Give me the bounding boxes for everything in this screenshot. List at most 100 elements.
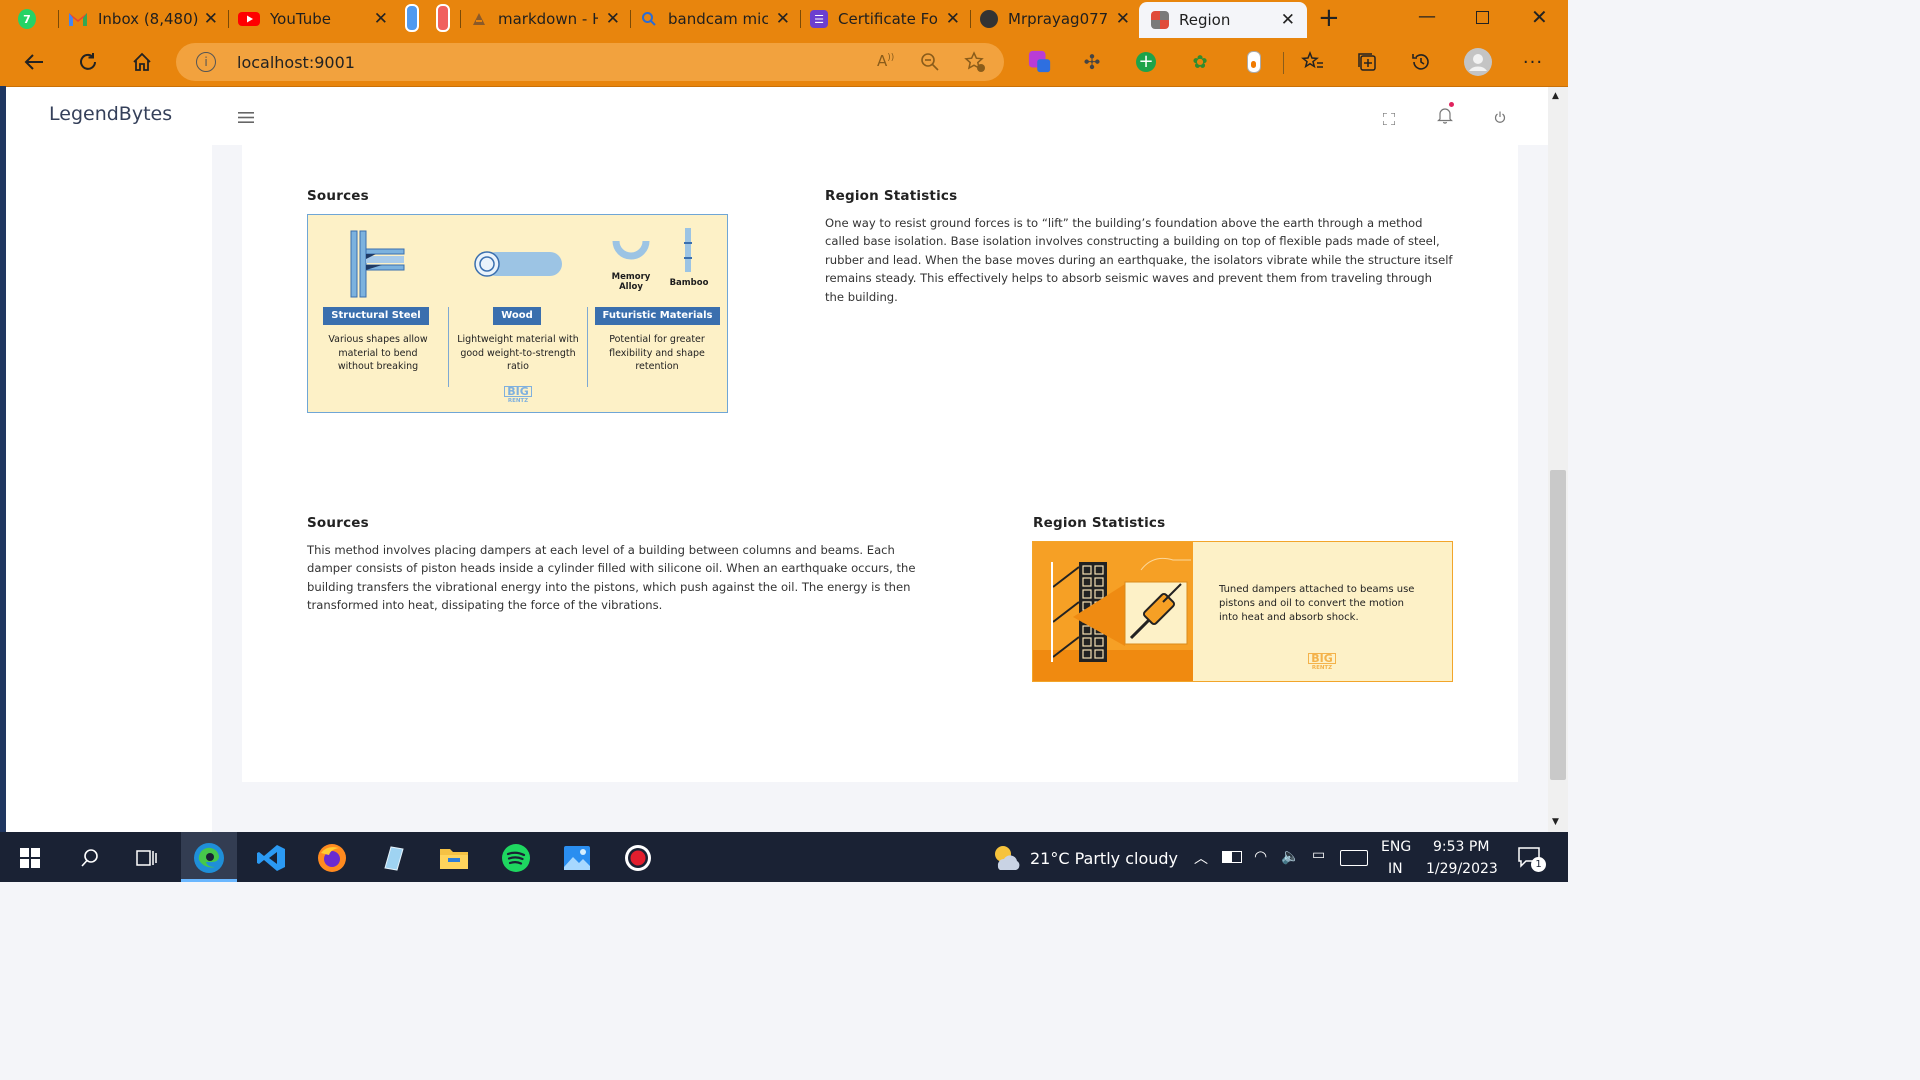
volume-icon[interactable]: 🔈 — [1281, 847, 1300, 865]
tab-bandcam[interactable]: bandcam mic ✕ — [640, 4, 796, 34]
tab-group-blue[interactable] — [405, 4, 419, 32]
task-view-button[interactable] — [131, 842, 163, 874]
clock-date[interactable]: 1/29/2023 — [1426, 861, 1498, 877]
tab-markdown[interactable]: markdown - H ✕ — [470, 4, 626, 34]
tab-divider — [58, 10, 59, 28]
back-button[interactable] — [18, 46, 50, 78]
brand-logo[interactable]: LegendBytes — [49, 103, 172, 125]
memory-alloy-icon — [612, 240, 650, 260]
history-button[interactable] — [1409, 50, 1433, 74]
tab-divider — [630, 10, 631, 28]
window-close-icon[interactable]: ✕ — [1531, 5, 1548, 29]
power-button[interactable] — [1494, 109, 1506, 128]
show-hidden-icons[interactable]: ︿ — [1194, 848, 1208, 868]
meet-now-icon[interactable]: ▭ — [1312, 847, 1325, 863]
home-button[interactable] — [126, 46, 158, 78]
materials-illustration: Memory Alloy Bamboo Structural Steel Woo… — [307, 214, 728, 413]
zoom-out-icon — [921, 53, 939, 71]
minimize-icon[interactable]: — — [1418, 6, 1436, 27]
taskbar-file-explorer[interactable] — [438, 842, 470, 874]
more-options-icon[interactable]: ··· — [1521, 50, 1545, 74]
extension-icon — [1028, 50, 1051, 73]
tab-certificate[interactable]: ☰ Certificate For ✕ — [810, 4, 966, 34]
notification-count-badge: 1 — [1531, 857, 1546, 872]
taskbar-recorder[interactable] — [622, 842, 654, 874]
new-tab-icon[interactable]: + — [1318, 4, 1340, 32]
add-extension-button[interactable]: + — [1134, 50, 1158, 74]
clock-time[interactable]: 9:53 PM — [1433, 839, 1489, 855]
taskbar-photos[interactable] — [561, 842, 593, 874]
restore-icon[interactable] — [1476, 11, 1489, 24]
tab-title: YouTube — [270, 10, 331, 28]
extension-oval[interactable] — [1242, 50, 1266, 74]
pinwheel-icon[interactable]: ✣ — [1080, 50, 1104, 74]
section2-left-heading: Sources — [307, 515, 369, 531]
weather-text[interactable]: 21°C Partly cloudy — [1030, 849, 1178, 868]
add-favorite-button[interactable] — [963, 50, 987, 74]
favorites-button[interactable] — [1301, 50, 1325, 74]
menu-toggle-button[interactable] — [238, 109, 254, 128]
tab-region[interactable]: Region ✕ — [1139, 2, 1307, 38]
tab-github[interactable]: Mrprayag077/ ✕ — [980, 4, 1136, 34]
scrollbar-thumb[interactable] — [1550, 470, 1566, 780]
material-title: Wood — [493, 307, 541, 325]
refresh-button[interactable] — [72, 46, 104, 78]
touch-keyboard-icon[interactable] — [1340, 850, 1368, 866]
tab-title: Region — [1179, 11, 1231, 29]
collections-button[interactable] — [1355, 50, 1379, 74]
tab-divider — [800, 10, 801, 28]
close-icon[interactable]: ✕ — [204, 9, 218, 29]
battery-icon[interactable] — [1222, 851, 1242, 863]
capsule-icon — [1247, 51, 1261, 73]
site-info-icon[interactable]: i — [196, 52, 216, 72]
history-icon — [1412, 54, 1429, 70]
taskbar-firefox[interactable] — [316, 842, 348, 874]
bamboo-label: Bamboo — [669, 278, 709, 288]
tab-title: Mrprayag077/ — [1008, 10, 1108, 28]
app-icon — [1151, 11, 1169, 29]
forms-icon: ☰ — [810, 10, 828, 28]
address-url[interactable]: localhost:9001 — [237, 53, 355, 72]
bamboo-icon — [684, 228, 692, 272]
weather-icon[interactable] — [990, 842, 1022, 876]
taskbar-notes[interactable] — [377, 842, 409, 874]
close-icon[interactable]: ✕ — [776, 9, 790, 29]
close-icon[interactable]: ✕ — [946, 9, 960, 29]
material-description: Potential for greater flexibility and sh… — [609, 334, 705, 372]
tab-gmail[interactable]: Inbox (8,480) ✕ — [68, 4, 224, 34]
tab-youtube[interactable]: YouTube ✕ — [238, 4, 394, 34]
tab-title: bandcam mic — [668, 10, 768, 28]
active-indicator — [181, 879, 237, 882]
folder-icon — [440, 849, 468, 869]
extension-1[interactable] — [1028, 50, 1052, 74]
tab-whatsapp[interactable]: 7 — [18, 4, 52, 34]
read-aloud-icon[interactable]: A)) — [877, 52, 894, 70]
taskbar-search-button[interactable] — [74, 842, 106, 874]
taskbar-spotify[interactable] — [500, 842, 532, 874]
profile-button[interactable] — [1464, 48, 1492, 76]
notifications-button[interactable] — [1437, 102, 1454, 128]
taskbar-vscode[interactable] — [255, 842, 287, 874]
wifi-icon[interactable]: ◠ — [1254, 847, 1267, 865]
zoom-button[interactable] — [918, 50, 942, 74]
scroll-down-icon[interactable]: ▼ — [1552, 817, 1559, 827]
dampers-illustration: Tuned dampers attached to beams use pist… — [1032, 541, 1453, 682]
notification-center-button[interactable]: 1 — [1517, 846, 1546, 872]
task-view-icon — [136, 850, 157, 866]
markdown-icon — [473, 13, 485, 25]
scroll-up-icon[interactable]: ▲ — [1552, 91, 1559, 101]
fullscreen-button[interactable] — [1382, 110, 1396, 129]
youtube-icon — [238, 12, 260, 26]
material-title: Structural Steel — [323, 307, 429, 325]
close-icon[interactable]: ✕ — [374, 9, 388, 29]
close-icon[interactable]: ✕ — [1281, 10, 1295, 30]
tab-group-red[interactable] — [436, 4, 450, 32]
grammar-extension-icon[interactable]: ✿ — [1188, 50, 1212, 74]
language-bottom[interactable]: IN — [1388, 861, 1403, 877]
start-button[interactable] — [14, 842, 46, 874]
language-top[interactable]: ENG — [1381, 839, 1411, 855]
close-icon[interactable]: ✕ — [1116, 9, 1130, 29]
tab-title: Certificate For — [838, 10, 938, 28]
taskbar-edge[interactable] — [193, 842, 225, 874]
close-icon[interactable]: ✕ — [606, 9, 620, 29]
